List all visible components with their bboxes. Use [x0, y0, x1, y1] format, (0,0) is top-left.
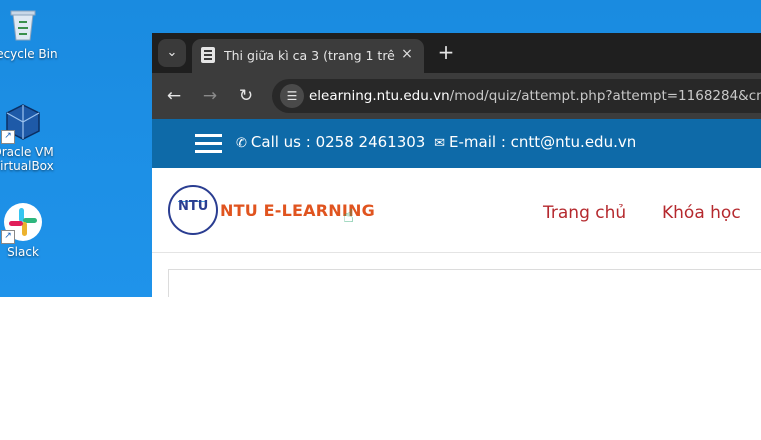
reload-icon[interactable]: ↻ [235, 85, 257, 107]
main-content-panel [168, 269, 761, 297]
virtualbox-label-line2: VirtualBox [0, 159, 54, 173]
virtualbox-icon: ↗ [1, 102, 43, 144]
desktop-icon-recycle-bin[interactable]: Recycle Bin [0, 4, 58, 61]
tab-active[interactable]: Thi giữa kì ca 3 (trang 1 trên tổng × [192, 39, 424, 73]
tab-title: Thi giữa kì ca 3 (trang 1 trên tổng [224, 48, 396, 63]
phone-icon: ✆ [236, 136, 247, 151]
logo-badge-text: NTU [178, 199, 209, 214]
envelope-icon: ✉ [434, 136, 446, 151]
desktop-icon-virtualbox[interactable]: ↗ Oracle VM VirtualBox [0, 102, 58, 173]
slack-label: Slack [7, 245, 39, 259]
pointing-hand-icon: ☝ [343, 206, 354, 227]
site-header: NTU NTU E-LEARNING ☝ Trang chủ Khóa học [152, 168, 761, 253]
page-favicon-icon [201, 47, 215, 63]
nav-home[interactable]: Trang chủ [543, 203, 626, 223]
back-arrow-icon[interactable]: ← [163, 85, 185, 107]
shortcut-arrow-icon: ↗ [1, 130, 15, 144]
virtualbox-label-line1: Oracle VM [0, 145, 54, 159]
tab-search-chevron-icon[interactable]: ⌄ [158, 39, 186, 67]
tab-close-icon[interactable]: × [398, 45, 416, 63]
forward-arrow-icon[interactable]: → [199, 85, 221, 107]
new-tab-icon[interactable]: + [435, 42, 457, 64]
call-us-text: Call us : 0258 2461303 [250, 133, 426, 151]
site-topbar: ✆ Call us : 0258 2461303 ✉ E-mail : cntt@n… [152, 119, 761, 168]
recycle-bin-label: Recycle Bin [0, 47, 58, 61]
slack-icon: ↗ [1, 202, 43, 244]
desktop-icon-slack[interactable]: ↗ Slack [0, 202, 58, 259]
address-bar[interactable]: ☰ elearning.ntu.edu.vn/mod/quiz/attempt.… [272, 79, 761, 113]
tab-strip: ⌄ Thi giữa kì ca 3 (trang 1 trên tổng × … [152, 33, 761, 73]
site-info-tune-icon[interactable]: ☰ [280, 84, 304, 108]
ntu-logo-icon[interactable]: NTU [168, 185, 218, 235]
browser-toolbar: ← → ↻ ☰ elearning.ntu.edu.vn/mod/quiz/at… [152, 73, 761, 119]
url-path: /mod/quiz/attempt.php?attempt=1168284&cm… [449, 88, 761, 104]
shortcut-arrow-icon: ↗ [1, 230, 15, 244]
url-host: elearning.ntu.edu.vn [309, 88, 450, 104]
address-url[interactable]: elearning.ntu.edu.vn/mod/quiz/attempt.ph… [309, 88, 761, 104]
hamburger-menu-icon[interactable] [195, 133, 222, 153]
browser-window: ⌄ Thi giữa kì ca 3 (trang 1 trên tổng × … [152, 33, 761, 297]
recycle-bin-icon [3, 4, 43, 44]
nav-courses[interactable]: Khóa học [662, 203, 741, 223]
email-text[interactable]: E-mail : cntt@ntu.edu.vn [449, 133, 636, 151]
contact-info: ✆ Call us : 0258 2461303 ✉ E-mail : cntt@n… [236, 133, 636, 151]
